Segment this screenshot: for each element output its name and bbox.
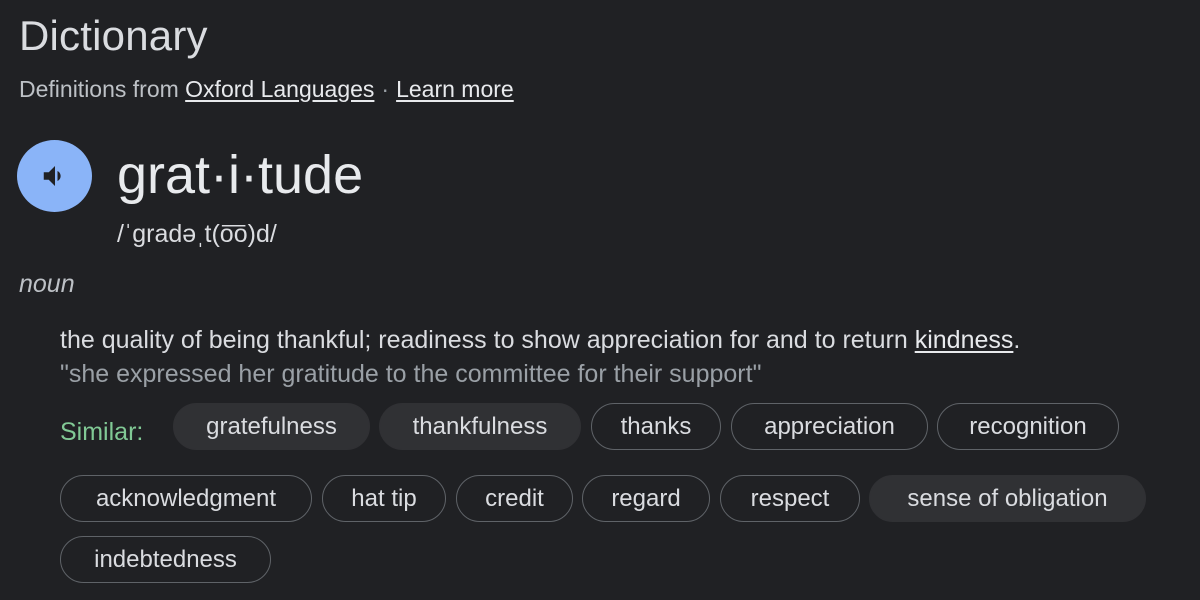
similar-chip-credit[interactable]: credit xyxy=(456,475,573,522)
source-prefix: Definitions from xyxy=(19,76,179,102)
definition-end: . xyxy=(1013,326,1021,354)
similar-chip-regard[interactable]: regard xyxy=(582,475,710,522)
learn-more-link[interactable]: Learn more xyxy=(396,76,514,102)
example-sentence: "she expressed her gratitude to the comm… xyxy=(60,360,762,388)
similar-chip-acknowledgment[interactable]: acknowledgment xyxy=(60,475,312,522)
oxford-languages-link[interactable]: Oxford Languages xyxy=(185,76,374,102)
pronounce-button[interactable] xyxy=(17,140,92,212)
similar-chip-gratefulness[interactable]: gratefulness xyxy=(173,403,370,450)
volume-icon xyxy=(43,166,61,186)
similar-chip-thanks[interactable]: thanks xyxy=(591,403,721,450)
similar-chip-respect[interactable]: respect xyxy=(720,475,860,522)
similar-chip-appreciation[interactable]: appreciation xyxy=(731,403,928,450)
headword: grat·i·tude xyxy=(117,145,364,205)
definition-text: the quality of being thankful; readiness… xyxy=(60,326,915,354)
similar-chip-hat-tip[interactable]: hat tip xyxy=(322,475,446,522)
panel-title: Dictionary xyxy=(19,12,208,59)
similar-chip-indebtedness[interactable]: indebtedness xyxy=(60,536,271,583)
dictionary-panel: Dictionary Definitions from Oxford Langu… xyxy=(0,0,1200,600)
pronunciation: /ˈɡradəˌt(o͞o)d/ xyxy=(117,220,277,248)
part-of-speech: noun xyxy=(19,270,75,298)
similar-chip-thankfulness[interactable]: thankfulness xyxy=(379,403,581,450)
separator-dot: · xyxy=(381,76,390,102)
similar-chip-recognition[interactable]: recognition xyxy=(937,403,1119,450)
similar-chip-sense-of-obligation[interactable]: sense of obligation xyxy=(869,475,1146,522)
definition-source: Definitions from Oxford Languages · Learn … xyxy=(19,76,514,103)
definition: the quality of being thankful; readiness… xyxy=(60,326,1020,355)
similar-label: Similar: xyxy=(60,418,144,446)
kindness-link[interactable]: kindness xyxy=(915,326,1014,354)
